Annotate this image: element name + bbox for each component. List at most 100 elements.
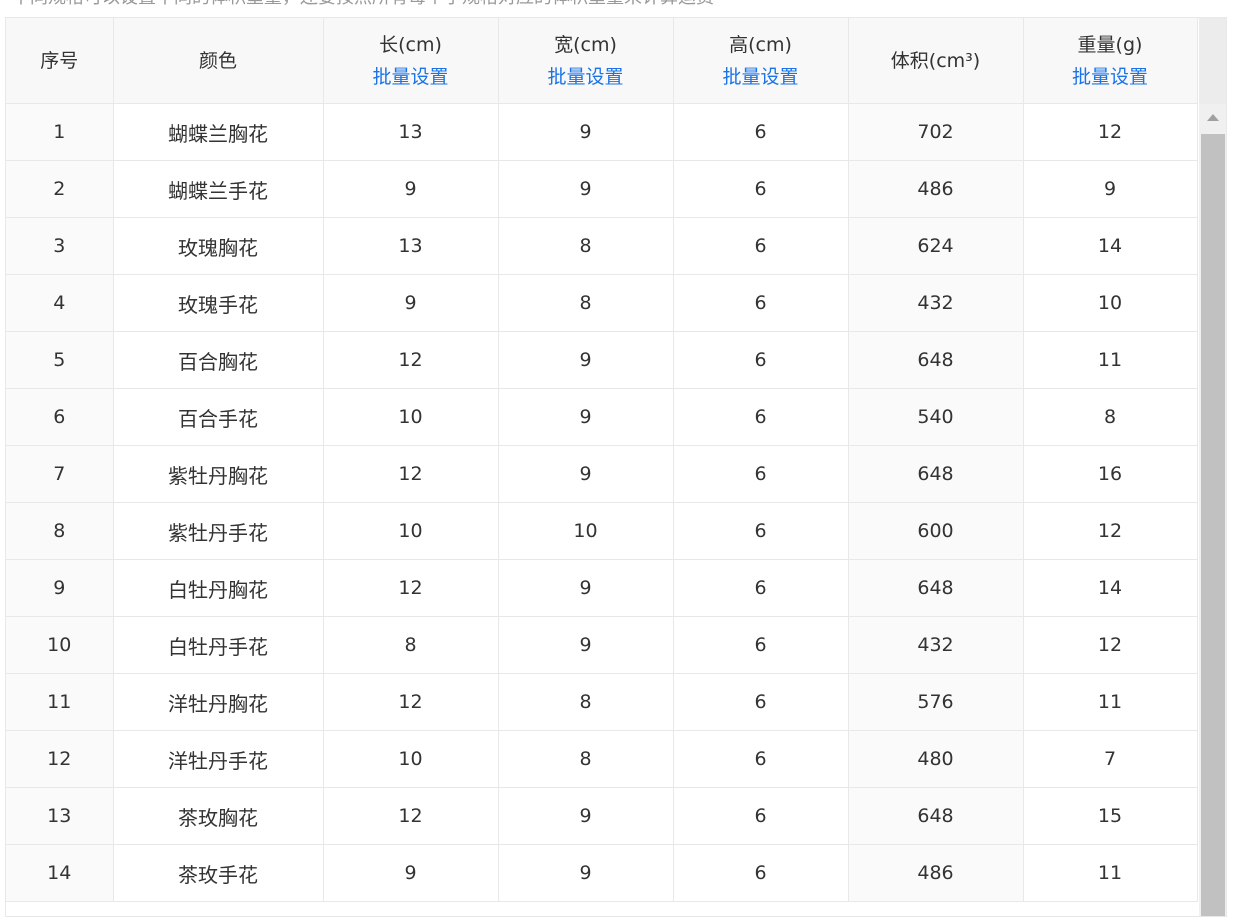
table-row: 4 玫瑰手花 9 8 6 432 10 <box>6 274 1198 332</box>
cell-height: 6 <box>673 217 849 275</box>
header-row: 序号 颜色 长(cm) 批量设置 宽(cm) 批量设置 高(cm) 批量设置 体… <box>6 18 1198 104</box>
header-index: 序号 <box>6 18 114 104</box>
cell-color: 百合手花 <box>113 388 324 446</box>
width-batch-set-link[interactable]: 批量设置 <box>499 61 673 93</box>
header-weight-label: 重量(g) <box>1077 33 1143 56</box>
table-row: 6 百合手花 10 9 6 540 8 <box>6 388 1198 446</box>
cell-index: 12 <box>6 730 114 788</box>
cell-index: 2 <box>6 160 114 218</box>
cell-weight: 12 <box>1023 103 1198 161</box>
cell-height: 6 <box>673 787 849 845</box>
cell-length: 12 <box>323 331 499 389</box>
cell-width: 9 <box>498 559 674 617</box>
cell-index: 11 <box>6 673 114 731</box>
table-row: 14 茶玫手花 9 9 6 486 11 <box>6 844 1198 902</box>
cell-length: 12 <box>323 559 499 617</box>
cell-width: 9 <box>498 331 674 389</box>
cell-weight: 16 <box>1023 445 1198 503</box>
cell-length: 8 <box>323 616 499 674</box>
table-row: 2 蝴蝶兰手花 9 9 6 486 9 <box>6 160 1198 218</box>
cell-height: 6 <box>673 502 849 560</box>
scroll-up-arrow-icon[interactable] <box>1199 104 1226 132</box>
cell-weight: 11 <box>1023 331 1198 389</box>
cell-width: 8 <box>498 274 674 332</box>
cell-height: 6 <box>673 331 849 389</box>
cell-color: 玫瑰胸花 <box>113 217 324 275</box>
cell-length: 12 <box>323 445 499 503</box>
cell-length: 10 <box>323 730 499 788</box>
cell-index: 3 <box>6 217 114 275</box>
cell-color: 紫牡丹手花 <box>113 502 324 560</box>
header-length: 长(cm) 批量设置 <box>323 18 499 104</box>
top-note: 不同规格可以设置不同的体积重量，还要按照所有每个子规格对应的体积重量来计算运费 <box>12 0 1212 8</box>
cell-index: 7 <box>6 445 114 503</box>
cell-width: 9 <box>498 844 674 902</box>
weight-batch-set-link[interactable]: 批量设置 <box>1024 61 1197 93</box>
cell-width: 9 <box>498 160 674 218</box>
cell-weight: 12 <box>1023 616 1198 674</box>
scrollbar-thumb[interactable] <box>1201 134 1225 916</box>
cell-width: 9 <box>498 388 674 446</box>
cell-color: 洋牡丹胸花 <box>113 673 324 731</box>
cell-weight: 14 <box>1023 559 1198 617</box>
cell-height: 6 <box>673 160 849 218</box>
cell-height: 6 <box>673 445 849 503</box>
cell-height: 6 <box>673 388 849 446</box>
cell-height: 6 <box>673 844 849 902</box>
cell-color: 玫瑰手花 <box>113 274 324 332</box>
table-row: 12 洋牡丹手花 10 8 6 480 7 <box>6 730 1198 788</box>
cell-width: 9 <box>498 787 674 845</box>
cell-length: 13 <box>323 103 499 161</box>
cell-volume: 648 <box>848 445 1024 503</box>
cell-length: 9 <box>323 844 499 902</box>
table-row: 9 白牡丹胸花 12 9 6 648 14 <box>6 559 1198 617</box>
cell-volume: 648 <box>848 559 1024 617</box>
header-height: 高(cm) 批量设置 <box>673 18 849 104</box>
cell-volume: 648 <box>848 331 1024 389</box>
table-header: 序号 颜色 长(cm) 批量设置 宽(cm) 批量设置 高(cm) 批量设置 体… <box>6 18 1198 104</box>
cell-width: 8 <box>498 673 674 731</box>
cell-width: 9 <box>498 103 674 161</box>
cell-weight: 10 <box>1023 274 1198 332</box>
cell-volume: 432 <box>848 616 1024 674</box>
cell-length: 12 <box>323 673 499 731</box>
height-batch-set-link[interactable]: 批量设置 <box>674 61 848 93</box>
table-row: 7 紫牡丹胸花 12 9 6 648 16 <box>6 445 1198 503</box>
cell-length: 13 <box>323 217 499 275</box>
cell-weight: 8 <box>1023 388 1198 446</box>
cell-height: 6 <box>673 673 849 731</box>
cell-width: 8 <box>498 217 674 275</box>
cell-index: 10 <box>6 616 114 674</box>
vertical-scrollbar[interactable] <box>1199 18 1226 916</box>
cell-length: 10 <box>323 388 499 446</box>
header-height-label: 高(cm) <box>729 33 792 56</box>
cell-color: 紫牡丹胸花 <box>113 445 324 503</box>
cell-volume: 702 <box>848 103 1024 161</box>
cell-volume: 648 <box>848 787 1024 845</box>
cell-color: 茶玫胸花 <box>113 787 324 845</box>
header-volume: 体积(cm³) <box>848 18 1024 104</box>
cell-width: 9 <box>498 445 674 503</box>
cell-width: 9 <box>498 616 674 674</box>
table-row: 8 紫牡丹手花 10 10 6 600 12 <box>6 502 1198 560</box>
cell-width: 10 <box>498 502 674 560</box>
cell-height: 6 <box>673 274 849 332</box>
cell-color: 白牡丹手花 <box>113 616 324 674</box>
cell-volume: 576 <box>848 673 1024 731</box>
header-index-label: 序号 <box>40 49 79 72</box>
cell-volume: 432 <box>848 274 1024 332</box>
table-row: 3 玫瑰胸花 13 8 6 624 14 <box>6 217 1198 275</box>
cell-index: 1 <box>6 103 114 161</box>
cell-index: 14 <box>6 844 114 902</box>
length-batch-set-link[interactable]: 批量设置 <box>324 61 498 93</box>
cell-length: 12 <box>323 787 499 845</box>
table-row: 13 茶玫胸花 12 9 6 648 15 <box>6 787 1198 845</box>
header-color: 颜色 <box>113 18 324 104</box>
cell-height: 6 <box>673 616 849 674</box>
table-row: 5 百合胸花 12 9 6 648 11 <box>6 331 1198 389</box>
cell-volume: 480 <box>848 730 1024 788</box>
header-width-label: 宽(cm) <box>554 33 617 56</box>
cell-volume: 600 <box>848 502 1024 560</box>
spec-table: 序号 颜色 长(cm) 批量设置 宽(cm) 批量设置 高(cm) 批量设置 体… <box>6 18 1198 902</box>
cell-weight: 9 <box>1023 160 1198 218</box>
